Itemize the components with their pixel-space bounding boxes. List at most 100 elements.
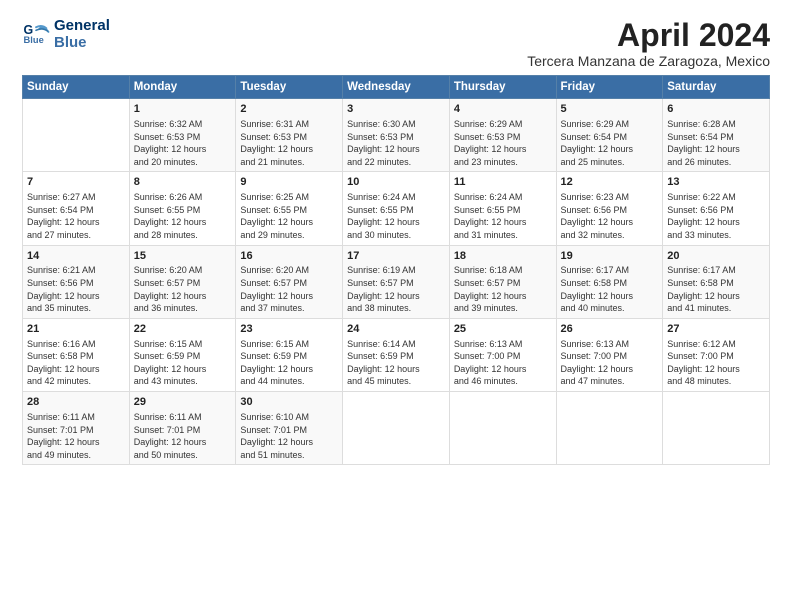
day-cell: 18Sunrise: 6:18 AM Sunset: 6:57 PM Dayli… [449,245,556,318]
day-number: 22 [134,322,232,337]
day-info: Sunrise: 6:23 AM Sunset: 6:56 PM Dayligh… [561,191,659,241]
week-row-5: 28Sunrise: 6:11 AM Sunset: 7:01 PM Dayli… [23,392,770,465]
day-cell: 10Sunrise: 6:24 AM Sunset: 6:55 PM Dayli… [343,172,450,245]
day-cell [343,392,450,465]
day-info: Sunrise: 6:26 AM Sunset: 6:55 PM Dayligh… [134,191,232,241]
title-block: April 2024 Tercera Manzana de Zaragoza, … [527,18,770,69]
day-number: 1 [134,102,232,117]
day-number: 15 [134,249,232,264]
day-number: 20 [667,249,765,264]
day-number: 9 [240,175,338,190]
day-info: Sunrise: 6:16 AM Sunset: 6:58 PM Dayligh… [27,338,125,388]
day-cell: 8Sunrise: 6:26 AM Sunset: 6:55 PM Daylig… [129,172,236,245]
day-info: Sunrise: 6:11 AM Sunset: 7:01 PM Dayligh… [27,411,125,461]
day-number: 13 [667,175,765,190]
week-row-4: 21Sunrise: 6:16 AM Sunset: 6:58 PM Dayli… [23,318,770,391]
day-cell: 6Sunrise: 6:28 AM Sunset: 6:54 PM Daylig… [663,99,770,172]
week-row-3: 14Sunrise: 6:21 AM Sunset: 6:56 PM Dayli… [23,245,770,318]
day-info: Sunrise: 6:20 AM Sunset: 6:57 PM Dayligh… [240,264,338,314]
week-row-2: 7Sunrise: 6:27 AM Sunset: 6:54 PM Daylig… [23,172,770,245]
header-row-days: Sunday Monday Tuesday Wednesday Thursday… [23,76,770,99]
logo-icon: G Blue [22,21,50,49]
day-info: Sunrise: 6:28 AM Sunset: 6:54 PM Dayligh… [667,118,765,168]
day-number: 3 [347,102,445,117]
day-cell [23,99,130,172]
day-info: Sunrise: 6:29 AM Sunset: 6:54 PM Dayligh… [561,118,659,168]
day-cell: 26Sunrise: 6:13 AM Sunset: 7:00 PM Dayli… [556,318,663,391]
day-info: Sunrise: 6:13 AM Sunset: 7:00 PM Dayligh… [561,338,659,388]
day-info: Sunrise: 6:11 AM Sunset: 7:01 PM Dayligh… [134,411,232,461]
day-info: Sunrise: 6:24 AM Sunset: 6:55 PM Dayligh… [347,191,445,241]
day-number: 24 [347,322,445,337]
page: G Blue General Blue April 2024 Tercera M… [0,0,792,612]
day-number: 16 [240,249,338,264]
col-sunday: Sunday [23,76,130,99]
day-info: Sunrise: 6:20 AM Sunset: 6:57 PM Dayligh… [134,264,232,314]
day-cell: 2Sunrise: 6:31 AM Sunset: 6:53 PM Daylig… [236,99,343,172]
day-number: 14 [27,249,125,264]
day-cell: 22Sunrise: 6:15 AM Sunset: 6:59 PM Dayli… [129,318,236,391]
day-number: 8 [134,175,232,190]
day-number: 5 [561,102,659,117]
day-cell: 17Sunrise: 6:19 AM Sunset: 6:57 PM Dayli… [343,245,450,318]
day-info: Sunrise: 6:17 AM Sunset: 6:58 PM Dayligh… [561,264,659,314]
day-cell [556,392,663,465]
day-info: Sunrise: 6:15 AM Sunset: 6:59 PM Dayligh… [240,338,338,388]
svg-text:Blue: Blue [24,34,44,44]
day-cell: 15Sunrise: 6:20 AM Sunset: 6:57 PM Dayli… [129,245,236,318]
day-cell: 5Sunrise: 6:29 AM Sunset: 6:54 PM Daylig… [556,99,663,172]
day-cell: 24Sunrise: 6:14 AM Sunset: 6:59 PM Dayli… [343,318,450,391]
day-cell: 7Sunrise: 6:27 AM Sunset: 6:54 PM Daylig… [23,172,130,245]
day-cell: 19Sunrise: 6:17 AM Sunset: 6:58 PM Dayli… [556,245,663,318]
col-wednesday: Wednesday [343,76,450,99]
col-thursday: Thursday [449,76,556,99]
day-info: Sunrise: 6:10 AM Sunset: 7:01 PM Dayligh… [240,411,338,461]
header-row: G Blue General Blue April 2024 Tercera M… [22,18,770,69]
day-info: Sunrise: 6:29 AM Sunset: 6:53 PM Dayligh… [454,118,552,168]
col-tuesday: Tuesday [236,76,343,99]
day-info: Sunrise: 6:30 AM Sunset: 6:53 PM Dayligh… [347,118,445,168]
day-info: Sunrise: 6:19 AM Sunset: 6:57 PM Dayligh… [347,264,445,314]
day-number: 28 [27,395,125,410]
day-cell: 1Sunrise: 6:32 AM Sunset: 6:53 PM Daylig… [129,99,236,172]
day-number: 17 [347,249,445,264]
day-number: 11 [454,175,552,190]
day-number: 19 [561,249,659,264]
day-number: 27 [667,322,765,337]
col-saturday: Saturday [663,76,770,99]
day-number: 26 [561,322,659,337]
day-info: Sunrise: 6:31 AM Sunset: 6:53 PM Dayligh… [240,118,338,168]
day-cell: 21Sunrise: 6:16 AM Sunset: 6:58 PM Dayli… [23,318,130,391]
day-cell: 3Sunrise: 6:30 AM Sunset: 6:53 PM Daylig… [343,99,450,172]
day-info: Sunrise: 6:13 AM Sunset: 7:00 PM Dayligh… [454,338,552,388]
day-number: 18 [454,249,552,264]
day-cell: 29Sunrise: 6:11 AM Sunset: 7:01 PM Dayli… [129,392,236,465]
day-cell: 30Sunrise: 6:10 AM Sunset: 7:01 PM Dayli… [236,392,343,465]
day-info: Sunrise: 6:25 AM Sunset: 6:55 PM Dayligh… [240,191,338,241]
day-info: Sunrise: 6:22 AM Sunset: 6:56 PM Dayligh… [667,191,765,241]
location-title: Tercera Manzana de Zaragoza, Mexico [527,53,770,69]
day-cell: 23Sunrise: 6:15 AM Sunset: 6:59 PM Dayli… [236,318,343,391]
week-row-1: 1Sunrise: 6:32 AM Sunset: 6:53 PM Daylig… [23,99,770,172]
day-number: 23 [240,322,338,337]
day-info: Sunrise: 6:17 AM Sunset: 6:58 PM Dayligh… [667,264,765,314]
day-number: 4 [454,102,552,117]
day-info: Sunrise: 6:27 AM Sunset: 6:54 PM Dayligh… [27,191,125,241]
calendar-table: Sunday Monday Tuesday Wednesday Thursday… [22,75,770,465]
day-number: 29 [134,395,232,410]
day-info: Sunrise: 6:14 AM Sunset: 6:59 PM Dayligh… [347,338,445,388]
day-info: Sunrise: 6:18 AM Sunset: 6:57 PM Dayligh… [454,264,552,314]
day-cell: 12Sunrise: 6:23 AM Sunset: 6:56 PM Dayli… [556,172,663,245]
day-cell: 20Sunrise: 6:17 AM Sunset: 6:58 PM Dayli… [663,245,770,318]
day-info: Sunrise: 6:21 AM Sunset: 6:56 PM Dayligh… [27,264,125,314]
day-cell: 9Sunrise: 6:25 AM Sunset: 6:55 PM Daylig… [236,172,343,245]
day-info: Sunrise: 6:24 AM Sunset: 6:55 PM Dayligh… [454,191,552,241]
day-cell [663,392,770,465]
month-title: April 2024 [527,18,770,53]
day-number: 25 [454,322,552,337]
day-number: 10 [347,175,445,190]
day-number: 12 [561,175,659,190]
day-cell: 14Sunrise: 6:21 AM Sunset: 6:56 PM Dayli… [23,245,130,318]
day-number: 6 [667,102,765,117]
day-info: Sunrise: 6:32 AM Sunset: 6:53 PM Dayligh… [134,118,232,168]
